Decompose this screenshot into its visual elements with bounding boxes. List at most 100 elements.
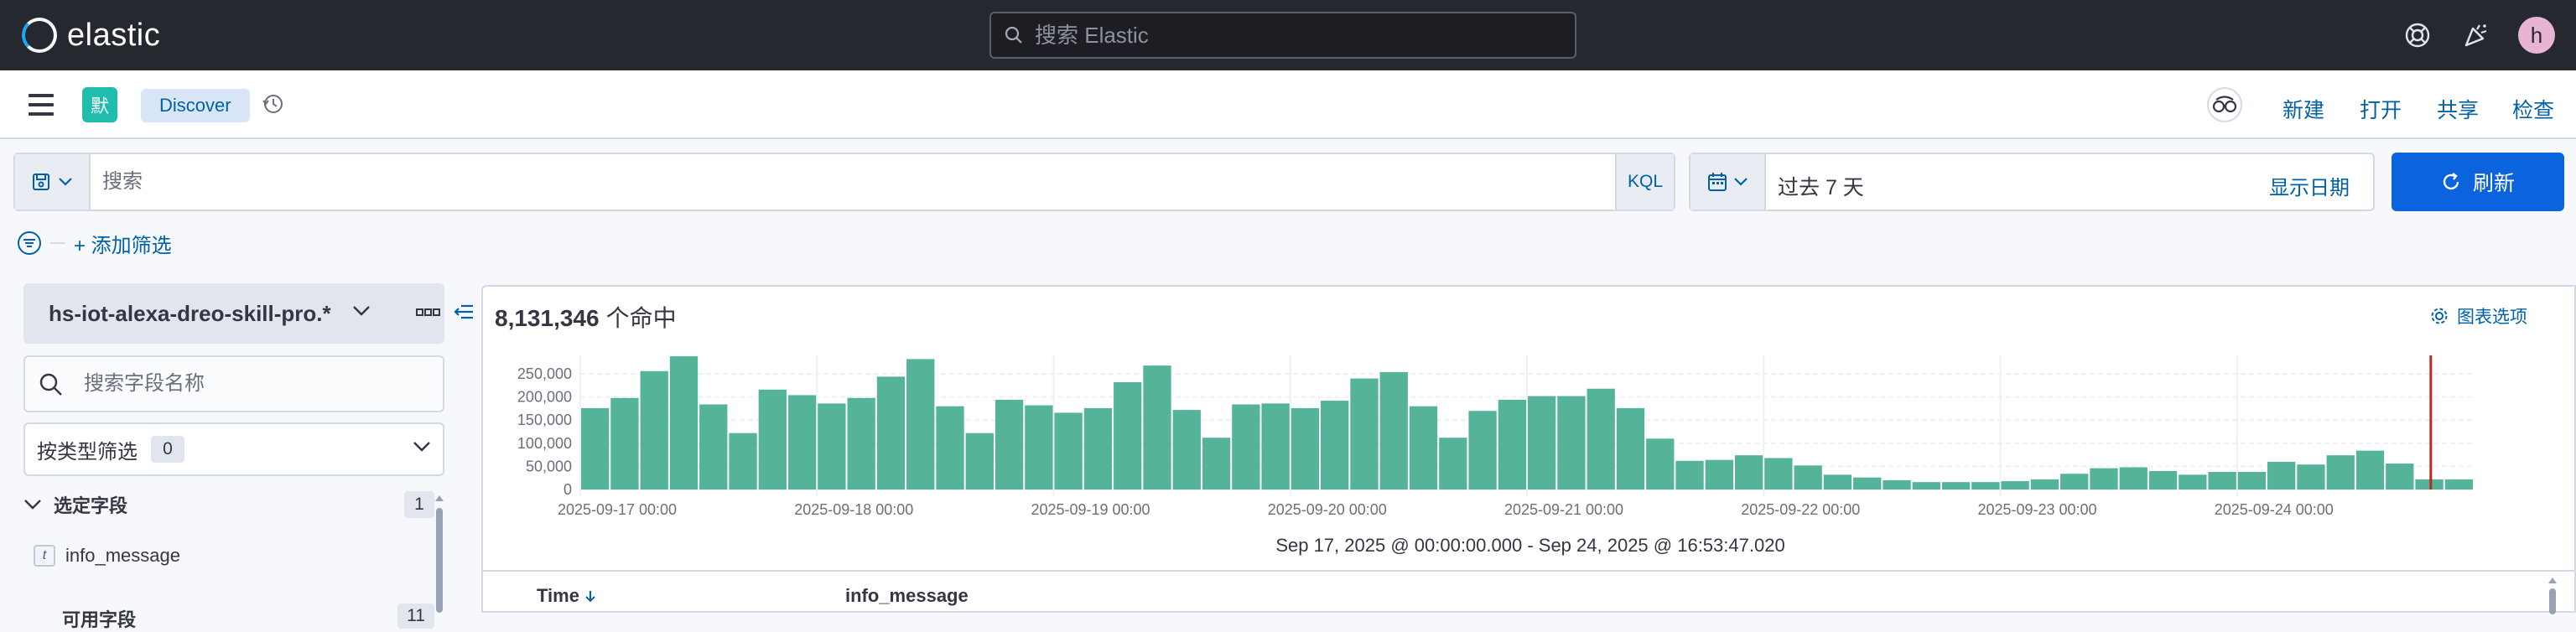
x-tick-label: 2025-09-17 00:00 [558,501,677,518]
histogram-bar [2267,461,2296,490]
sidebar-scrollbar[interactable] [434,493,444,613]
space-avatar[interactable]: 默 [82,87,117,122]
quick-select-button[interactable] [1690,154,1766,210]
histogram-bar [1172,410,1201,490]
histogram-bar [1232,404,1260,490]
saved-query-button[interactable] [15,154,91,210]
available-fields-title: 可用字段 [62,609,137,630]
histogram-bar [640,370,668,490]
help-icon[interactable] [2401,18,2434,52]
x-tick-label: 2025-09-20 00:00 [1268,501,1387,518]
histogram-bar [1054,412,1083,490]
histogram-bar [1379,371,1408,490]
field-search-input[interactable] [84,357,436,411]
recently-viewed-icon[interactable] [262,92,285,120]
ai-assistant-icon[interactable] [2207,87,2242,122]
chart-options-button[interactable]: 图表选项 [2430,303,2527,329]
field-item[interactable]: t info_message [34,545,180,567]
show-dates-link[interactable]: 显示日期 [2269,171,2350,200]
histogram-bar [1941,482,1971,490]
data-view-picker[interactable]: hs-iot-alexa-dreo-skill-pro.* [23,283,444,344]
new-search-link[interactable]: 新建 [2283,94,2324,124]
histogram-bar [2326,455,2355,490]
global-search[interactable] [989,12,1576,59]
histogram-bar [1114,382,1142,490]
share-link[interactable]: 共享 [2437,94,2479,124]
histogram-bar [847,397,875,490]
refresh-button[interactable]: 刷新 [2392,153,2564,211]
histogram-bar [2001,481,2029,490]
sort-down-icon[interactable] [584,589,596,603]
query-language-button[interactable]: KQL [1615,154,1674,210]
filter-bar: + 添加筛选 [17,226,172,260]
histogram-bar [699,404,728,490]
type-filter-label: 按类型筛选 [37,440,138,464]
histogram-bar [1498,399,1526,490]
add-filter-button[interactable]: + 添加筛选 [74,229,172,258]
divider [50,242,65,244]
refresh-icon [2443,173,2459,190]
scroll-up-icon [2548,578,2557,583]
global-header: elastic h [0,0,2576,70]
histogram-bar [1912,482,1940,490]
app-bar: 默 Discover 新建 打开 共享 检查 [0,70,2576,139]
histogram-chart[interactable]: 2025-09-17 00:00 2025-09-18 00:00 2025-09-… [483,354,2576,530]
histogram-bar [1350,378,1379,490]
x-tick-label: 2025-09-24 00:00 [2215,501,2334,518]
y-tick-label: 100,000 [517,435,572,452]
available-fields-toggle[interactable]: 可用字段 11 [23,602,434,630]
breadcrumb-discover[interactable]: Discover [141,89,250,122]
time-range-label[interactable]: 过去 7 天 [1778,171,1864,201]
y-tick-label: 150,000 [517,412,572,428]
selected-fields-toggle[interactable]: 选定字段 1 [23,488,434,521]
table-scrollbar[interactable] [2547,575,2558,614]
collapse-sidebar-icon[interactable] [453,302,475,322]
histogram-bar [2148,470,2178,490]
global-search-input[interactable] [1023,13,1575,57]
chevron-down-icon [1734,178,1748,186]
type-filter-button[interactable]: 按类型筛选 0 [23,422,444,476]
save-icon [33,174,49,190]
inspect-link[interactable]: 检查 [2512,94,2554,124]
histogram-bar [758,389,787,490]
type-filter-count: 0 [151,436,184,463]
date-picker: 过去 7 天 显示日期 [1689,153,2375,211]
selected-fields-count: 1 [404,491,434,518]
x-tick-label: 2025-09-22 00:00 [1741,501,1860,518]
field-search[interactable] [23,355,444,412]
menu-icon[interactable] [29,94,54,116]
histogram-bar [581,407,610,490]
filter-icon[interactable] [17,231,42,256]
histogram-bar [1764,458,1793,490]
histogram-bar [2415,479,2444,490]
histogram-bar [669,356,699,490]
more-options-icon[interactable] [416,308,441,318]
histogram-bar [1587,388,1615,490]
column-header-info-message[interactable]: info_message [845,585,969,607]
selected-fields-title: 选定字段 [54,495,128,516]
histogram-bar [1971,482,2000,490]
histogram-bar [2237,472,2267,490]
histogram-bar [995,399,1024,490]
histogram-bar [818,403,846,490]
histogram-bar [1734,455,1763,490]
histogram-bar [1025,405,1053,490]
open-search-link[interactable]: 打开 [2360,94,2402,124]
logo-text: elastic [67,17,161,53]
histogram-bar [1261,403,1290,490]
histogram-bar [1883,479,1911,490]
chart-options-label: 图表选项 [2457,308,2527,327]
newsfeed-icon[interactable] [2459,18,2493,52]
time-range-summary: Sep 17, 2025 @ 00:00:00.000 - Sep 24, 20… [1275,535,1785,556]
column-header-time[interactable]: Time [537,585,596,607]
histogram-bar [2208,472,2236,490]
histogram-bar [1616,407,1645,490]
x-tick-label: 2025-09-23 00:00 [1977,501,2096,518]
histogram-bar [1083,407,1113,490]
elastic-logo[interactable]: elastic [22,17,160,54]
hits-counter: 8,131,346 个命中 [495,300,677,334]
query-input[interactable] [102,154,1612,210]
x-tick-label: 2025-09-19 00:00 [1031,501,1150,518]
table-header: Time info_message [483,570,2576,614]
user-avatar[interactable]: h [2518,17,2555,54]
